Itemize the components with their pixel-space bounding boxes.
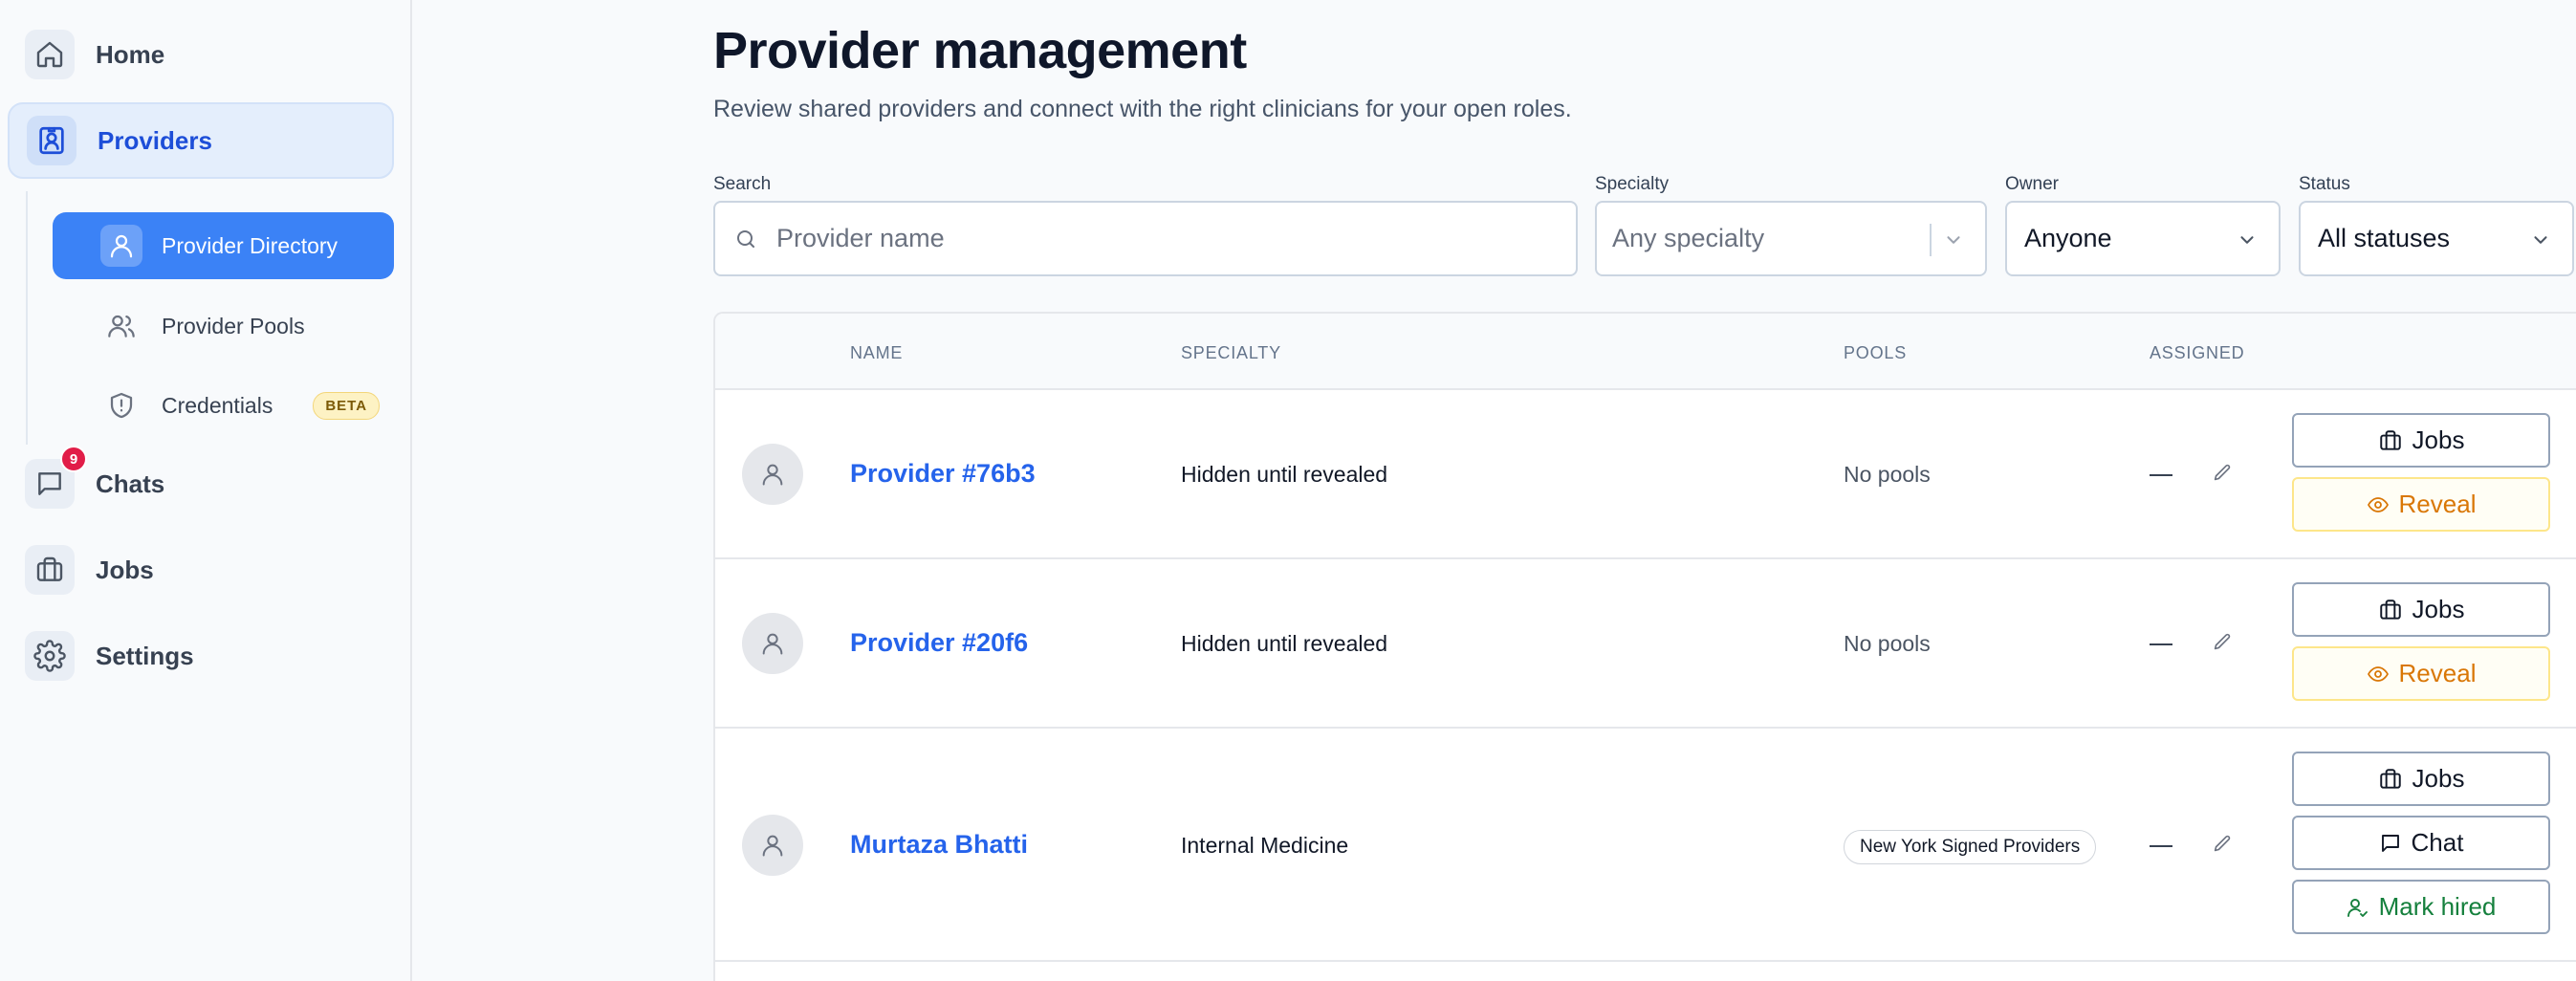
search-label: Search	[713, 174, 772, 194]
edit-assignee-icon[interactable]	[2212, 834, 2233, 855]
chat-button-label: Chat	[2411, 828, 2464, 857]
briefcase-icon	[25, 545, 75, 595]
sidebar-item-label: Chats	[96, 469, 165, 498]
sidebar-item-home[interactable]: Home	[8, 16, 394, 93]
column-header-specialty[interactable]: SPECIALTY	[1181, 343, 1281, 363]
briefcase-icon	[2378, 767, 2403, 792]
avatar	[742, 444, 803, 505]
sidebar-subitem-label: Credentials	[162, 392, 273, 418]
status-value: All statuses	[2318, 224, 2451, 252]
column-header-name[interactable]: NAME	[850, 343, 903, 363]
sidebar-item-providers[interactable]: Providers	[8, 102, 394, 179]
user-icon	[100, 225, 142, 267]
status-select[interactable]: All statuses	[2299, 201, 2574, 276]
status-label: Status	[2299, 174, 2350, 194]
sidebar-item-label: Jobs	[96, 555, 154, 584]
sidebar: Home Providers Provider Directory Provid…	[0, 0, 412, 981]
search-input[interactable]: Provider name	[713, 201, 1578, 276]
briefcase-icon	[2378, 428, 2403, 453]
provider-pools: No pools	[1844, 462, 1931, 487]
owner-value: Anyone	[2024, 224, 2112, 252]
table-header: NAME SPECIALTY POOLS ASSIGNED	[715, 314, 2576, 390]
jobs-button[interactable]: Jobs	[2292, 752, 2550, 806]
provider-table: NAME SPECIALTY POOLS ASSIGNED Provider #…	[713, 312, 2576, 981]
specialty-select[interactable]: Any specialty	[1595, 201, 1987, 276]
owner-label: Owner	[2005, 174, 2059, 194]
jobs-button-label: Jobs	[2412, 764, 2465, 793]
search-icon	[734, 228, 757, 251]
gear-icon	[25, 631, 75, 681]
eye-icon	[2367, 663, 2390, 686]
chevron-down-icon	[1943, 229, 1964, 251]
sidebar-item-label: Providers	[98, 125, 212, 155]
provider-name-link[interactable]: Provider #20f6	[850, 628, 1028, 658]
users-icon	[100, 305, 142, 347]
chevron-down-icon	[2530, 229, 2551, 251]
provider-pools: No pools	[1844, 631, 1931, 656]
jobs-button[interactable]: Jobs	[2292, 582, 2550, 637]
assigned-empty-dash	[2150, 845, 2172, 847]
edit-assignee-icon[interactable]	[2212, 463, 2233, 484]
provider-badge-icon	[27, 116, 76, 165]
jobs-button-label: Jobs	[2412, 595, 2465, 623]
provider-name-link[interactable]: Provider #76b3	[850, 459, 1036, 489]
table-row: Provider #76b3 Hidden until revealed No …	[715, 390, 2576, 559]
pool-chip[interactable]: New York Signed Providers	[1844, 830, 2097, 864]
shield-alert-icon	[100, 384, 142, 426]
specialty-label: Specialty	[1595, 174, 1670, 194]
reveal-button-label: Reveal	[2398, 659, 2477, 687]
assigned-empty-dash	[2150, 643, 2172, 645]
chevron-down-icon	[2237, 229, 2258, 251]
column-header-assigned[interactable]: ASSIGNED	[2150, 343, 2244, 363]
assigned-empty-dash	[2150, 474, 2172, 476]
sidebar-item-settings[interactable]: Settings	[8, 618, 394, 694]
user-check-icon	[2347, 896, 2369, 919]
page-title: Provider management	[713, 22, 1247, 79]
mark-hired-button[interactable]: Mark hired	[2292, 880, 2550, 934]
select-divider	[1930, 224, 1932, 256]
reveal-button[interactable]: Reveal	[2292, 646, 2550, 701]
avatar	[742, 613, 803, 674]
unread-count-badge: 9	[60, 446, 87, 472]
avatar	[742, 815, 803, 876]
eye-icon	[2367, 493, 2390, 516]
sidebar-subitem-label: Provider Directory	[162, 232, 338, 258]
sidebar-subitem-credentials[interactable]: Credentials BETA	[53, 372, 394, 439]
jobs-button[interactable]: Jobs	[2292, 413, 2550, 468]
provider-name-link[interactable]: Murtaza Bhatti	[850, 830, 1028, 860]
reveal-button[interactable]: Reveal	[2292, 477, 2550, 532]
sidebar-item-label: Home	[96, 39, 165, 69]
submenu-guide-line	[26, 191, 28, 445]
sidebar-subitem-label: Provider Pools	[162, 313, 305, 338]
mark-hired-button-label: Mark hired	[2378, 892, 2497, 921]
sidebar-subitem-provider-pools[interactable]: Provider Pools	[53, 293, 394, 360]
chat-button[interactable]: Chat	[2292, 816, 2550, 870]
search-placeholder: Provider name	[776, 224, 945, 252]
specialty-placeholder: Any specialty	[1612, 224, 1765, 252]
beta-badge: BETA	[313, 391, 381, 420]
provider-specialty: Hidden until revealed	[1181, 631, 1388, 656]
sidebar-item-jobs[interactable]: Jobs	[8, 532, 394, 608]
sidebar-item-label: Settings	[96, 641, 194, 670]
provider-specialty: Hidden until revealed	[1181, 462, 1388, 487]
page-subtitle: Review shared providers and connect with…	[713, 96, 1572, 122]
chat-bubble-icon	[2379, 832, 2402, 855]
edit-assignee-icon[interactable]	[2212, 632, 2233, 653]
sidebar-subitem-provider-directory[interactable]: Provider Directory	[53, 212, 394, 279]
table-row: Murtaza Bhatti Internal Medicine New Yor…	[715, 729, 2576, 962]
table-row: Provider #20f6 Hidden until revealed No …	[715, 559, 2576, 729]
briefcase-icon	[2378, 598, 2403, 622]
jobs-button-label: Jobs	[2412, 425, 2465, 454]
home-icon	[25, 30, 75, 79]
column-header-pools[interactable]: POOLS	[1844, 343, 1907, 363]
reveal-button-label: Reveal	[2398, 490, 2477, 518]
owner-select[interactable]: Anyone	[2005, 201, 2281, 276]
provider-specialty: Internal Medicine	[1181, 833, 1349, 858]
